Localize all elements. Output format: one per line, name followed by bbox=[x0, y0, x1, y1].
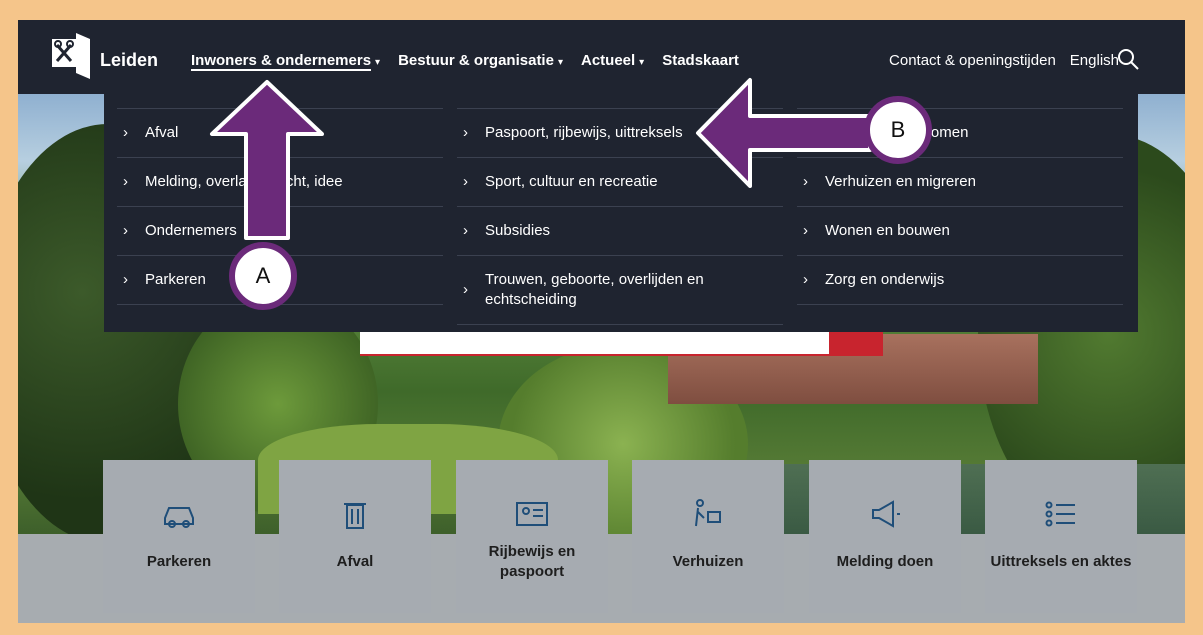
menu-item-melding[interactable]: › Melding, overlast, klacht, idee bbox=[117, 157, 443, 206]
tile-melding-doen[interactable]: Melding doen bbox=[809, 460, 961, 613]
browser-viewport: Leiden Inwoners & ondernemers ▾ Bestuur &… bbox=[18, 20, 1185, 623]
chevron-right-icon: › bbox=[803, 222, 808, 239]
annotation-marker-a: A bbox=[229, 242, 297, 310]
chevron-right-icon: › bbox=[463, 173, 468, 190]
nav-stadskaart[interactable]: Stadskaart bbox=[662, 52, 739, 69]
menu-item-verhuizen[interactable]: › Verhuizen en migreren bbox=[797, 157, 1123, 206]
moving-dolly-icon bbox=[695, 499, 721, 527]
logo-text[interactable]: Leiden bbox=[100, 50, 158, 71]
menu-item-subsidies[interactable]: › Subsidies bbox=[457, 206, 783, 255]
menu-item-sport-cultuur[interactable]: › Sport, cultuur en recreatie bbox=[457, 157, 783, 206]
menu-item-wonen[interactable]: › Wonen en bouwen bbox=[797, 206, 1123, 255]
utility-nav: Contact & openingstijden English bbox=[889, 52, 1119, 69]
tile-rijbewijs-paspoort[interactable]: Rijbewijs en paspoort bbox=[456, 460, 608, 613]
chevron-right-icon: › bbox=[463, 281, 468, 298]
chevron-right-icon: › bbox=[123, 124, 128, 141]
tile-uittreksels-aktes[interactable]: Uittreksels en aktes bbox=[985, 460, 1137, 613]
chevron-right-icon: › bbox=[803, 271, 808, 288]
nav-actueel[interactable]: Actueel ▾ bbox=[581, 52, 644, 69]
nav-bestuur-organisatie[interactable]: Bestuur & organisatie ▾ bbox=[398, 52, 563, 69]
search-icon[interactable] bbox=[1117, 48, 1139, 70]
menu-item-trouwen[interactable]: › Trouwen, geboorte, overlijden en echtsc… bbox=[457, 255, 783, 325]
car-icon bbox=[164, 507, 194, 528]
menu-item-zorg[interactable]: › Zorg en onderwijs bbox=[797, 255, 1123, 305]
chevron-right-icon: › bbox=[803, 173, 808, 190]
trash-icon bbox=[344, 503, 366, 529]
chevron-right-icon: › bbox=[123, 271, 128, 288]
tile-parkeren[interactable]: Parkeren bbox=[103, 460, 255, 613]
tile-verhuizen[interactable]: Verhuizen bbox=[632, 460, 784, 613]
chevron-right-icon: › bbox=[803, 124, 808, 141]
chevron-right-icon: › bbox=[123, 222, 128, 239]
english-link[interactable]: English bbox=[1070, 52, 1119, 69]
nav-inwoners-ondernemers[interactable]: Inwoners & ondernemers ▾ bbox=[191, 52, 380, 71]
menu-item-belasting[interactable]: ›Belasting en inkomen bbox=[797, 108, 1123, 157]
site-header: Leiden Inwoners & ondernemers ▾ Bestuur &… bbox=[18, 20, 1185, 94]
contact-link[interactable]: Contact & openingstijden bbox=[889, 52, 1056, 69]
megaphone-icon bbox=[872, 500, 900, 528]
chevron-right-icon: › bbox=[463, 222, 468, 239]
menu-column-2: › Paspoort, rijbewijs, uittreksels › Sport… bbox=[457, 108, 783, 325]
menu-column-3: ›Belasting en inkomen ›Verhuizen en migr… bbox=[797, 108, 1123, 305]
chevron-right-icon: › bbox=[463, 124, 468, 141]
leiden-logo[interactable] bbox=[52, 33, 90, 79]
main-nav: Inwoners & ondernemers ▾ Bestuur & organi… bbox=[191, 52, 757, 71]
tile-afval[interactable]: Afval bbox=[279, 460, 431, 613]
menu-item-paspoort[interactable]: › Paspoort, rijbewijs, uittreksels bbox=[457, 108, 783, 157]
list-icon bbox=[1045, 501, 1075, 527]
menu-item-afval[interactable]: › Afval bbox=[117, 108, 443, 157]
annotation-marker-b: B bbox=[864, 96, 932, 164]
chevron-right-icon: › bbox=[123, 173, 128, 190]
id-card-icon bbox=[516, 502, 548, 526]
